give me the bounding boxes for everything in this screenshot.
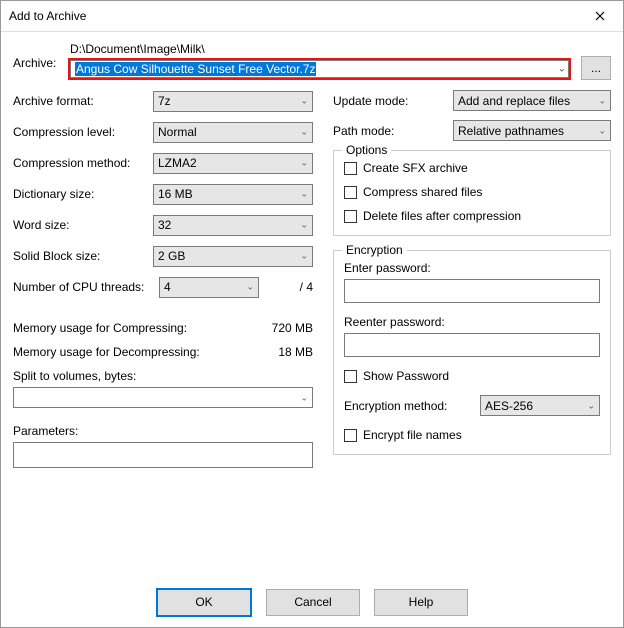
- help-button[interactable]: Help: [374, 589, 468, 616]
- chevron-down-icon: ⌄: [246, 282, 254, 293]
- archive-filename-text: Angus Cow Silhouette Sunset Free Vector.…: [75, 62, 316, 76]
- cpu-label: Number of CPU threads:: [13, 280, 159, 294]
- ellipsis-icon: ...: [591, 61, 601, 75]
- split-label: Split to volumes, bytes:: [13, 369, 313, 383]
- checkbox-icon: [344, 162, 357, 175]
- cpu-threads-combo[interactable]: 4 ⌄: [159, 277, 259, 298]
- parameters-label: Parameters:: [13, 424, 313, 438]
- word-label: Word size:: [13, 218, 153, 232]
- format-label: Archive format:: [13, 94, 153, 108]
- dictionary-combo[interactable]: 16 MB ⌄: [153, 184, 313, 205]
- browse-button[interactable]: ...: [581, 56, 611, 80]
- checkbox-icon: [344, 370, 357, 383]
- format-combo[interactable]: 7z ⌄: [153, 91, 313, 112]
- chevron-down-icon: ⌄: [300, 158, 308, 169]
- mem-decompress-label: Memory usage for Decompressing:: [13, 345, 200, 359]
- method-label: Compression method:: [13, 156, 153, 170]
- show-password-checkbox[interactable]: Show Password: [344, 369, 600, 383]
- chevron-down-icon: ⌄: [598, 125, 606, 136]
- update-mode-combo[interactable]: Add and replace files ⌄: [453, 90, 611, 111]
- encryption-legend: Encryption: [342, 243, 407, 257]
- chevron-down-icon: ⌄: [300, 251, 308, 262]
- method-combo[interactable]: LZMA2 ⌄: [153, 153, 313, 174]
- window-title: Add to Archive: [9, 9, 583, 23]
- mem-decompress-value: 18 MB: [278, 345, 313, 359]
- shared-checkbox[interactable]: Compress shared files: [344, 185, 600, 199]
- reenter-password-label: Reenter password:: [344, 315, 600, 329]
- options-legend: Options: [342, 143, 391, 157]
- close-icon: [595, 11, 605, 21]
- enter-password-label: Enter password:: [344, 261, 600, 275]
- chevron-down-icon: ⌄: [300, 220, 308, 231]
- reenter-password-input[interactable]: [344, 333, 600, 357]
- checkbox-icon: [344, 210, 357, 223]
- chevron-down-icon: ⌄: [558, 64, 566, 75]
- path-mode-combo[interactable]: Relative pathnames ⌄: [453, 120, 611, 141]
- archive-label: Archive:: [13, 42, 68, 70]
- encryption-method-label: Encryption method:: [344, 399, 480, 413]
- cpu-total: / 4: [263, 280, 313, 294]
- encrypt-filenames-checkbox[interactable]: Encrypt file names: [344, 428, 600, 442]
- sfx-checkbox[interactable]: Create SFX archive: [344, 161, 600, 175]
- level-label: Compression level:: [13, 125, 153, 139]
- chevron-down-icon: ⌄: [300, 392, 308, 403]
- update-mode-label: Update mode:: [333, 94, 453, 108]
- solid-block-combo[interactable]: 2 GB ⌄: [153, 246, 313, 267]
- level-combo[interactable]: Normal ⌄: [153, 122, 313, 143]
- word-size-combo[interactable]: 32 ⌄: [153, 215, 313, 236]
- checkbox-icon: [344, 429, 357, 442]
- enter-password-input[interactable]: [344, 279, 600, 303]
- chevron-down-icon: ⌄: [300, 189, 308, 200]
- mem-compress-value: 720 MB: [272, 321, 313, 335]
- chevron-down-icon: ⌄: [300, 96, 308, 107]
- archive-filename-combo[interactable]: Angus Cow Silhouette Sunset Free Vector.…: [70, 60, 569, 78]
- encryption-method-combo[interactable]: AES-256 ⌄: [480, 395, 600, 416]
- block-label: Solid Block size:: [13, 249, 153, 263]
- dict-label: Dictionary size:: [13, 187, 153, 201]
- cancel-button[interactable]: Cancel: [266, 589, 360, 616]
- ok-button[interactable]: OK: [156, 588, 252, 617]
- chevron-down-icon: ⌄: [598, 95, 606, 106]
- close-button[interactable]: [583, 4, 617, 28]
- checkbox-icon: [344, 186, 357, 199]
- options-group: Options Create SFX archive Compress shar…: [333, 150, 611, 236]
- archive-path: D:\Document\Image\Milk\: [68, 42, 571, 56]
- parameters-input[interactable]: [13, 442, 313, 468]
- delete-after-checkbox[interactable]: Delete files after compression: [344, 209, 600, 223]
- mem-compress-label: Memory usage for Compressing:: [13, 321, 187, 335]
- path-mode-label: Path mode:: [333, 124, 453, 138]
- chevron-down-icon: ⌄: [300, 127, 308, 138]
- split-volumes-combo[interactable]: ⌄: [13, 387, 313, 408]
- chevron-down-icon: ⌄: [587, 400, 595, 411]
- encryption-group: Encryption Enter password: Reenter passw…: [333, 250, 611, 455]
